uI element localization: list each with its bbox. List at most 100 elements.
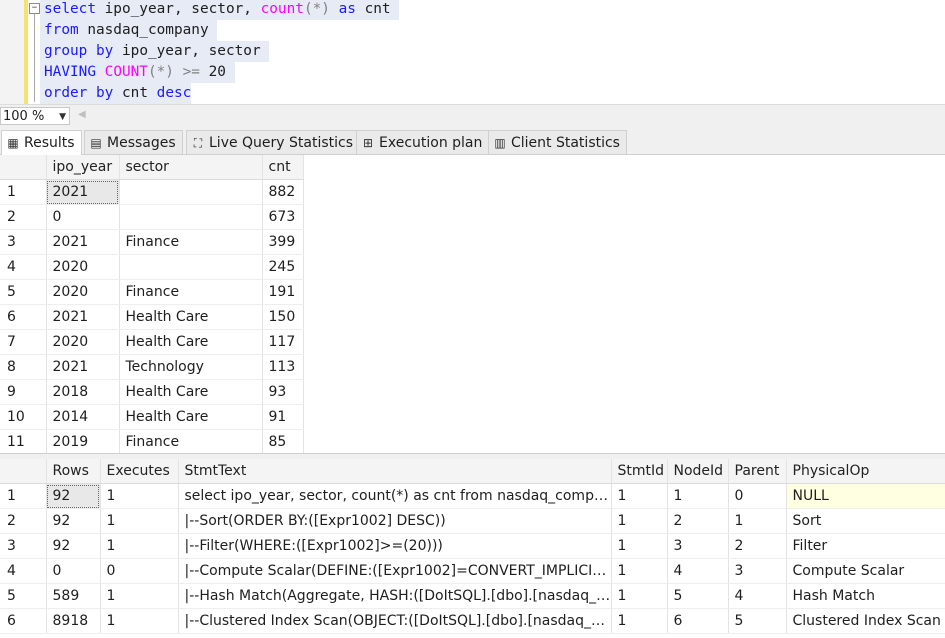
grid-cell[interactable]: 1 (100, 533, 179, 559)
tab-live-query-statistics[interactable]: ⛶ Live Query Statistics (186, 130, 361, 154)
column-header[interactable]: Parent (728, 459, 787, 484)
row-number[interactable]: 5 (0, 583, 47, 609)
grid-cell[interactable]: |--Sort(ORDER BY:([Expr1002] DESC)) (178, 508, 612, 534)
code-line[interactable]: order by cnt desc (40, 83, 192, 104)
table-row[interactable]: 10 2014 Health Care 91 (0, 404, 304, 430)
grid-cell[interactable] (119, 179, 263, 205)
grid-cell[interactable]: 91 (262, 404, 304, 430)
grid-cell[interactable]: 1 (100, 483, 179, 509)
grid-cell[interactable]: Clustered Index Scan (786, 608, 945, 634)
row-number[interactable]: 10 (0, 404, 47, 430)
table-row[interactable]: 2 0 673 (0, 204, 304, 230)
scroll-left-arrow-icon[interactable]: ◀ (78, 109, 86, 120)
column-header[interactable]: Rows (46, 459, 101, 484)
grid-cell[interactable]: Finance (119, 279, 263, 305)
row-number[interactable]: 6 (0, 608, 47, 634)
column-header[interactable]: StmtText (178, 459, 612, 484)
grid-cell[interactable]: 1 (611, 483, 668, 509)
tab-messages[interactable]: ▤ Messages (84, 130, 183, 154)
table-row[interactable]: 8 2021 Technology 113 (0, 354, 304, 380)
results-grid[interactable]: ipo_year sector cnt 1 2021 882 2 0 673 3 2021 Fina… (0, 155, 945, 453)
table-row[interactable]: 1 92 1 select ipo_year, sector, count(*) as… (0, 483, 945, 509)
grid-cell[interactable]: 2 (728, 533, 787, 559)
row-number[interactable]: 9 (0, 379, 47, 405)
table-row[interactable]: 1 2021 882 (0, 179, 304, 205)
grid-cell[interactable]: 1 (611, 583, 668, 609)
grid-cell[interactable]: 92 (46, 533, 101, 559)
grid-cell[interactable]: select ipo_year, sector, count(*) as cnt… (178, 483, 612, 509)
grid-cell[interactable]: 4 (667, 558, 729, 584)
zoom-select[interactable]: 100 % ▼ (0, 107, 70, 125)
code-line[interactable]: group by ipo_year, sector (40, 41, 270, 62)
grid-cell[interactable]: 2 (667, 508, 729, 534)
grid-cell[interactable]: Finance (119, 429, 263, 453)
grid-cell[interactable]: 92 (46, 508, 101, 534)
grid-cell[interactable]: Health Care (119, 304, 263, 330)
grid-cell[interactable]: 93 (262, 379, 304, 405)
row-number[interactable]: 1 (0, 483, 47, 509)
tab-results[interactable]: ▦ Results (1, 130, 82, 155)
row-number[interactable]: 3 (0, 229, 47, 255)
grid-cell[interactable]: 191 (262, 279, 304, 305)
table-row[interactable]: 6 8918 1 |--Clustered Index Scan(OBJECT:([… (0, 608, 945, 634)
grid-cell[interactable]: 1 (667, 483, 729, 509)
grid-cell[interactable]: 6 (667, 608, 729, 634)
grid-cell[interactable]: Compute Scalar (786, 558, 945, 584)
grid-cell[interactable]: 882 (262, 179, 304, 205)
table-row[interactable]: 3 92 1 |--Filter(WHERE:([Expr1002]>=(20)))… (0, 533, 945, 559)
table-row[interactable]: 11 2019 Finance 85 (0, 429, 304, 453)
grid-cell[interactable]: 2021 (46, 354, 120, 380)
grid-cell[interactable]: 8918 (46, 608, 101, 634)
column-header[interactable]: sector (119, 155, 263, 180)
grid-cell[interactable]: Health Care (119, 404, 263, 430)
grid-cell[interactable]: 85 (262, 429, 304, 453)
grid-cell[interactable]: 2014 (46, 404, 120, 430)
table-row[interactable]: 6 2021 Health Care 150 (0, 304, 304, 330)
table-row[interactable]: 4 2020 245 (0, 254, 304, 280)
row-number[interactable]: 6 (0, 304, 47, 330)
code-line[interactable]: from nasdaq_company (40, 20, 218, 41)
column-header[interactable]: StmtId (611, 459, 668, 484)
grid-cell[interactable]: 2018 (46, 379, 120, 405)
column-header[interactable]: Executes (100, 459, 179, 484)
grid-cell[interactable]: |--Filter(WHERE:([Expr1002]>=(20))) (178, 533, 612, 559)
column-header[interactable] (0, 155, 47, 180)
grid-cell[interactable]: 2019 (46, 429, 120, 453)
grid-cell[interactable]: 2020 (46, 279, 120, 305)
table-row[interactable]: 7 2020 Health Care 117 (0, 329, 304, 355)
grid-cell[interactable]: 3 (728, 558, 787, 584)
grid-cell[interactable]: |--Clustered Index Scan(OBJECT:([DoItSQL… (178, 608, 612, 634)
row-number[interactable]: 4 (0, 254, 47, 280)
grid-cell[interactable]: 4 (728, 583, 787, 609)
row-number[interactable]: 2 (0, 508, 47, 534)
grid-cell[interactable]: 0 (728, 483, 787, 509)
grid-cell[interactable]: 1 (611, 608, 668, 634)
grid-cell[interactable] (119, 254, 263, 280)
grid-cell[interactable]: 2021 (46, 179, 120, 205)
table-row[interactable]: 5 589 1 |--Hash Match(Aggregate, HASH:([Do… (0, 583, 945, 609)
grid-cell[interactable]: 1 (611, 558, 668, 584)
grid-cell[interactable]: 5 (667, 583, 729, 609)
grid-cell[interactable]: 1 (611, 533, 668, 559)
code-line[interactable]: select ipo_year, sector, count(*) as cnt (40, 0, 400, 20)
grid-cell[interactable]: Filter (786, 533, 945, 559)
grid-cell[interactable]: 0 (100, 558, 179, 584)
showplan-grid[interactable]: Rows Executes StmtText StmtId NodeId Parent Ph… (0, 459, 945, 638)
table-row[interactable]: 2 92 1 |--Sort(ORDER BY:([Expr1002] DESC))… (0, 508, 945, 534)
grid-cell[interactable]: 113 (262, 354, 304, 380)
grid-cell[interactable]: 117 (262, 329, 304, 355)
column-header[interactable]: PhysicalOp (786, 459, 945, 484)
grid-cell[interactable]: Hash Match (786, 583, 945, 609)
row-number[interactable]: 2 (0, 204, 47, 230)
column-header[interactable]: NodeId (667, 459, 729, 484)
grid-cell[interactable]: 0 (46, 558, 101, 584)
grid-cell[interactable]: Sort (786, 508, 945, 534)
grid-cell[interactable]: 1 (611, 508, 668, 534)
table-row[interactable]: 400 |--Compute Scalar(DEFINE:([Expr1002]… (0, 558, 945, 584)
column-header[interactable]: cnt (262, 155, 304, 180)
table-row[interactable]: 3 2021 Finance 399 (0, 229, 304, 255)
grid-cell[interactable]: 2021 (46, 229, 120, 255)
grid-cell[interactable]: 1 (100, 583, 179, 609)
grid-cell[interactable]: 2020 (46, 254, 120, 280)
row-number[interactable]: 7 (0, 329, 47, 355)
